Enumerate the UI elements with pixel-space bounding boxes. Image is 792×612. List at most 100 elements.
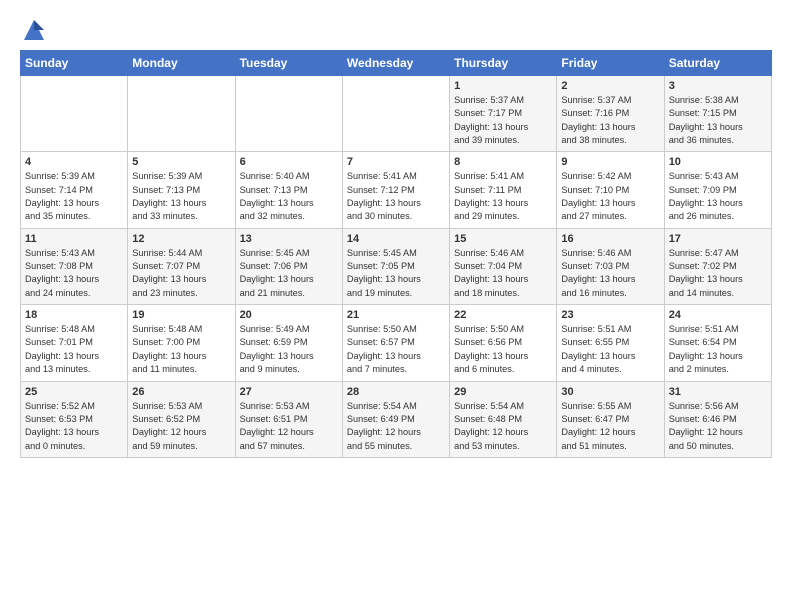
day-cell: 5Sunrise: 5:39 AM Sunset: 7:13 PM Daylig… — [128, 152, 235, 228]
day-number: 3 — [669, 80, 767, 92]
day-info: Sunrise: 5:39 AM Sunset: 7:14 PM Dayligh… — [25, 170, 123, 223]
day-info: Sunrise: 5:39 AM Sunset: 7:13 PM Dayligh… — [132, 170, 230, 223]
day-number: 30 — [561, 386, 659, 398]
day-info: Sunrise: 5:41 AM Sunset: 7:12 PM Dayligh… — [347, 170, 445, 223]
day-info: Sunrise: 5:51 AM Sunset: 6:54 PM Dayligh… — [669, 323, 767, 376]
day-cell: 4 Sunrise: 5:39 AM Sunset: 7:14 PM Daylig… — [21, 152, 128, 228]
day-number: 20 — [240, 309, 338, 321]
day-info: Sunrise: 5:51 AM Sunset: 6:55 PM Dayligh… — [561, 323, 659, 376]
day-cell: 14 Sunrise: 5:45 AM Sunset: 7:05 PM Dayli… — [342, 228, 449, 304]
day-info: Sunrise: 5:43 AM Sunset: 7:08 PM Dayligh… — [25, 247, 123, 300]
day-info: Sunrise: 5:46 AM Sunset: 7:03 PM Dayligh… — [561, 247, 659, 300]
day-cell: 11 Sunrise: 5:43 AM Sunset: 7:08 PM Dayli… — [21, 228, 128, 304]
day-number: 27 — [240, 386, 338, 398]
header-cell-monday: Monday — [128, 51, 235, 76]
day-number: 16 — [561, 233, 659, 245]
day-info: Sunrise: 5:38 AM Sunset: 7:15 PM Dayligh… — [669, 94, 767, 147]
day-cell: 24 Sunrise: 5:51 AM Sunset: 6:54 PM Dayli… — [664, 305, 771, 381]
day-number: 10 — [669, 156, 767, 168]
day-info: Sunrise: 5:37 AM Sunset: 7:17 PM Dayligh… — [454, 94, 552, 147]
day-cell: 18 Sunrise: 5:48 AM Sunset: 7:01 PM Dayli… — [21, 305, 128, 381]
day-number: 25 — [25, 386, 123, 398]
day-number: 4 — [25, 156, 123, 168]
header-row: SundayMondayTuesdayWednesdayThursdayFrid… — [21, 51, 772, 76]
day-number: 11 — [25, 233, 123, 245]
day-cell: 9 Sunrise: 5:42 AM Sunset: 7:10 PM Daylig… — [557, 152, 664, 228]
day-number: 29 — [454, 386, 552, 398]
day-number: 15 — [454, 233, 552, 245]
day-number: 18 — [25, 309, 123, 321]
day-cell: 6 Sunrise: 5:40 AM Sunset: 7:13 PM Daylig… — [235, 152, 342, 228]
day-number: 8 — [454, 156, 552, 168]
day-cell — [342, 76, 449, 152]
day-cell: 3 Sunrise: 5:38 AM Sunset: 7:15 PM Daylig… — [664, 76, 771, 152]
day-cell: 30 Sunrise: 5:55 AM Sunset: 6:47 PM Dayli… — [557, 381, 664, 457]
day-info: Sunrise: 5:45 AM Sunset: 7:05 PM Dayligh… — [347, 247, 445, 300]
header — [20, 16, 772, 44]
week-row-3: 18 Sunrise: 5:48 AM Sunset: 7:01 PM Dayli… — [21, 305, 772, 381]
day-cell: 7Sunrise: 5:41 AM Sunset: 7:12 PM Daylig… — [342, 152, 449, 228]
day-cell: 26 Sunrise: 5:53 AM Sunset: 6:52 PM Dayli… — [128, 381, 235, 457]
day-number: 2 — [561, 80, 659, 92]
day-cell: 16 Sunrise: 5:46 AM Sunset: 7:03 PM Dayli… — [557, 228, 664, 304]
logo-icon — [20, 16, 48, 44]
day-number: 6 — [240, 156, 338, 168]
day-cell: 21 Sunrise: 5:50 AM Sunset: 6:57 PM Dayli… — [342, 305, 449, 381]
day-info: Sunrise: 5:47 AM Sunset: 7:02 PM Dayligh… — [669, 247, 767, 300]
day-number: 26 — [132, 386, 230, 398]
day-info: Sunrise: 5:46 AM Sunset: 7:04 PM Dayligh… — [454, 247, 552, 300]
day-number: 9 — [561, 156, 659, 168]
day-info: Sunrise: 5:41 AM Sunset: 7:11 PM Dayligh… — [454, 170, 552, 223]
page: SundayMondayTuesdayWednesdayThursdayFrid… — [0, 0, 792, 468]
day-cell: 31 Sunrise: 5:56 AM Sunset: 6:46 PM Dayli… — [664, 381, 771, 457]
header-cell-saturday: Saturday — [664, 51, 771, 76]
day-info: Sunrise: 5:52 AM Sunset: 6:53 PM Dayligh… — [25, 400, 123, 453]
day-number: 31 — [669, 386, 767, 398]
header-cell-thursday: Thursday — [450, 51, 557, 76]
day-cell: 28 Sunrise: 5:54 AM Sunset: 6:49 PM Dayli… — [342, 381, 449, 457]
day-number: 21 — [347, 309, 445, 321]
day-info: Sunrise: 5:53 AM Sunset: 6:52 PM Dayligh… — [132, 400, 230, 453]
day-cell: 13Sunrise: 5:45 AM Sunset: 7:06 PM Dayli… — [235, 228, 342, 304]
day-number: 23 — [561, 309, 659, 321]
header-cell-friday: Friday — [557, 51, 664, 76]
day-number: 12 — [132, 233, 230, 245]
day-info: Sunrise: 5:53 AM Sunset: 6:51 PM Dayligh… — [240, 400, 338, 453]
day-cell: 15 Sunrise: 5:46 AM Sunset: 7:04 PM Dayli… — [450, 228, 557, 304]
day-number: 22 — [454, 309, 552, 321]
header-cell-tuesday: Tuesday — [235, 51, 342, 76]
week-row-2: 11 Sunrise: 5:43 AM Sunset: 7:08 PM Dayli… — [21, 228, 772, 304]
day-info: Sunrise: 5:42 AM Sunset: 7:10 PM Dayligh… — [561, 170, 659, 223]
day-info: Sunrise: 5:56 AM Sunset: 6:46 PM Dayligh… — [669, 400, 767, 453]
day-number: 24 — [669, 309, 767, 321]
day-cell: 29 Sunrise: 5:54 AM Sunset: 6:48 PM Dayli… — [450, 381, 557, 457]
day-number: 14 — [347, 233, 445, 245]
day-cell: 25 Sunrise: 5:52 AM Sunset: 6:53 PM Dayli… — [21, 381, 128, 457]
header-cell-wednesday: Wednesday — [342, 51, 449, 76]
header-cell-sunday: Sunday — [21, 51, 128, 76]
week-row-1: 4 Sunrise: 5:39 AM Sunset: 7:14 PM Daylig… — [21, 152, 772, 228]
day-info: Sunrise: 5:40 AM Sunset: 7:13 PM Dayligh… — [240, 170, 338, 223]
day-number: 1 — [454, 80, 552, 92]
day-info: Sunrise: 5:50 AM Sunset: 6:56 PM Dayligh… — [454, 323, 552, 376]
day-info: Sunrise: 5:50 AM Sunset: 6:57 PM Dayligh… — [347, 323, 445, 376]
day-number: 28 — [347, 386, 445, 398]
day-info: Sunrise: 5:48 AM Sunset: 7:01 PM Dayligh… — [25, 323, 123, 376]
week-row-4: 25 Sunrise: 5:52 AM Sunset: 6:53 PM Dayli… — [21, 381, 772, 457]
day-cell: 20 Sunrise: 5:49 AM Sunset: 6:59 PM Dayli… — [235, 305, 342, 381]
calendar-table: SundayMondayTuesdayWednesdayThursdayFrid… — [20, 50, 772, 458]
day-cell: 19Sunrise: 5:48 AM Sunset: 7:00 PM Dayli… — [128, 305, 235, 381]
day-info: Sunrise: 5:43 AM Sunset: 7:09 PM Dayligh… — [669, 170, 767, 223]
day-number: 17 — [669, 233, 767, 245]
day-cell: 10 Sunrise: 5:43 AM Sunset: 7:09 PM Dayli… — [664, 152, 771, 228]
day-cell — [235, 76, 342, 152]
day-info: Sunrise: 5:45 AM Sunset: 7:06 PM Dayligh… — [240, 247, 338, 300]
day-info: Sunrise: 5:55 AM Sunset: 6:47 PM Dayligh… — [561, 400, 659, 453]
week-row-0: 1 Sunrise: 5:37 AM Sunset: 7:17 PM Daylig… — [21, 76, 772, 152]
day-info: Sunrise: 5:49 AM Sunset: 6:59 PM Dayligh… — [240, 323, 338, 376]
day-cell: 22 Sunrise: 5:50 AM Sunset: 6:56 PM Dayli… — [450, 305, 557, 381]
day-cell: 8 Sunrise: 5:41 AM Sunset: 7:11 PM Daylig… — [450, 152, 557, 228]
day-info: Sunrise: 5:54 AM Sunset: 6:49 PM Dayligh… — [347, 400, 445, 453]
day-info: Sunrise: 5:54 AM Sunset: 6:48 PM Dayligh… — [454, 400, 552, 453]
logo — [20, 16, 52, 44]
